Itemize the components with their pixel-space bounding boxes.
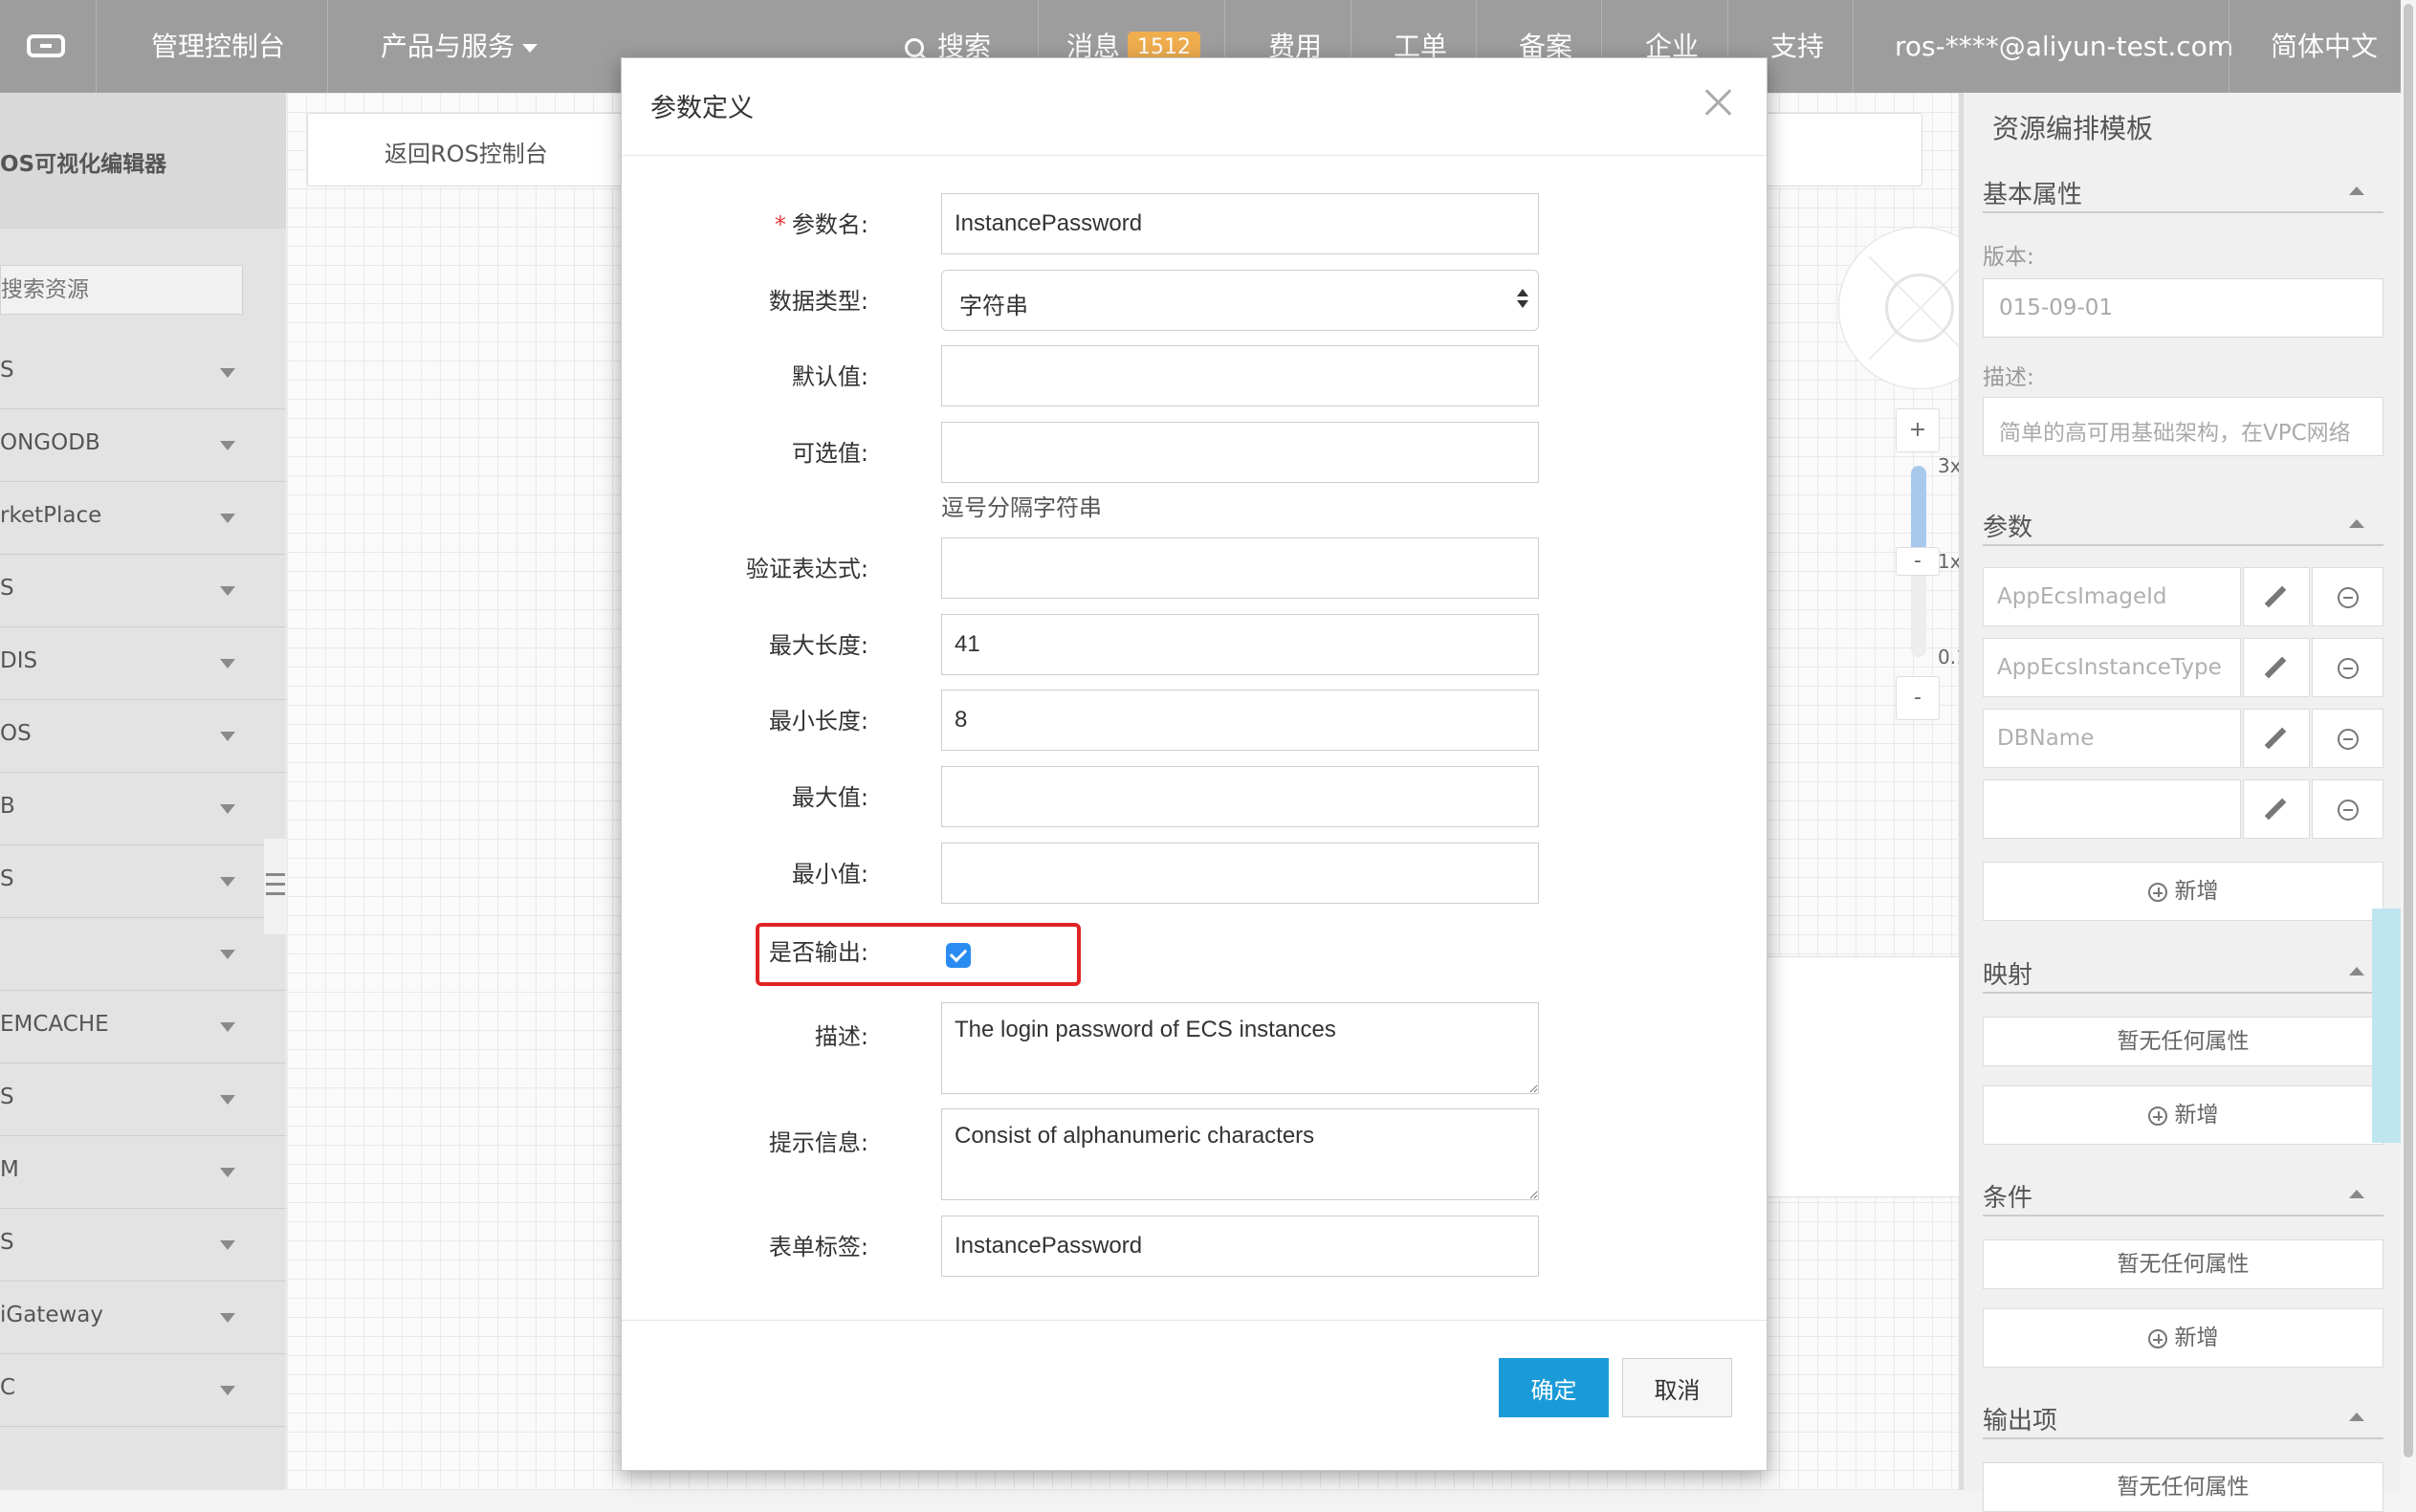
description-label: 描述:: [814, 1023, 868, 1050]
select-arrows-icon: [1517, 289, 1528, 308]
description-textarea[interactable]: The login password of ECS instances: [941, 1002, 1539, 1094]
pattern-label: 验证表达式:: [745, 556, 868, 582]
allowed-values-label: 可选值:: [791, 440, 868, 467]
highlight-box: [756, 923, 1081, 986]
default-value-input[interactable]: [941, 345, 1539, 406]
param-name-label-text: 参数名:: [791, 211, 868, 238]
max-value-input[interactable]: [941, 766, 1539, 827]
form-label-input[interactable]: [941, 1216, 1539, 1277]
min-length-input[interactable]: [941, 690, 1539, 751]
allowed-values-help: 逗号分隔字符串: [941, 494, 1102, 521]
confirm-button[interactable]: 确定: [1499, 1358, 1609, 1417]
allowed-values-input[interactable]: [941, 422, 1539, 483]
form-label-label: 表单标签:: [768, 1234, 868, 1260]
min-value-label: 最小值:: [791, 861, 868, 887]
parameter-definition-dialog: 参数定义 *参数名: 数据类型: 字符串 默认值: 可选值: 逗号分隔字符串 验…: [621, 57, 1768, 1471]
max-value-label: 最大值:: [791, 784, 868, 811]
param-name-label: * 参数名:: [775, 206, 868, 239]
default-value-label: 默认值:: [791, 363, 868, 390]
min-value-input[interactable]: [941, 843, 1539, 904]
data-type-label: 数据类型:: [768, 288, 868, 315]
constraint-textarea[interactable]: Consist of alphanumeric characters: [941, 1108, 1539, 1200]
required-asterisk: *: [774, 211, 786, 238]
param-name-input[interactable]: [941, 193, 1539, 254]
dialog-header: 参数定义: [622, 58, 1767, 156]
dialog-title: 参数定义: [650, 94, 754, 123]
data-type-value: 字符串: [959, 293, 1028, 319]
cancel-button[interactable]: 取消: [1622, 1358, 1732, 1417]
close-icon[interactable]: [1700, 83, 1738, 121]
max-length-label: 最大长度:: [768, 632, 868, 659]
max-length-input[interactable]: [941, 614, 1539, 675]
dialog-footer-divider: [622, 1320, 1767, 1321]
pattern-input[interactable]: [941, 537, 1539, 599]
min-length-label: 最小长度:: [768, 708, 868, 734]
data-type-select[interactable]: 字符串: [941, 270, 1539, 331]
constraint-label: 提示信息:: [768, 1129, 868, 1156]
